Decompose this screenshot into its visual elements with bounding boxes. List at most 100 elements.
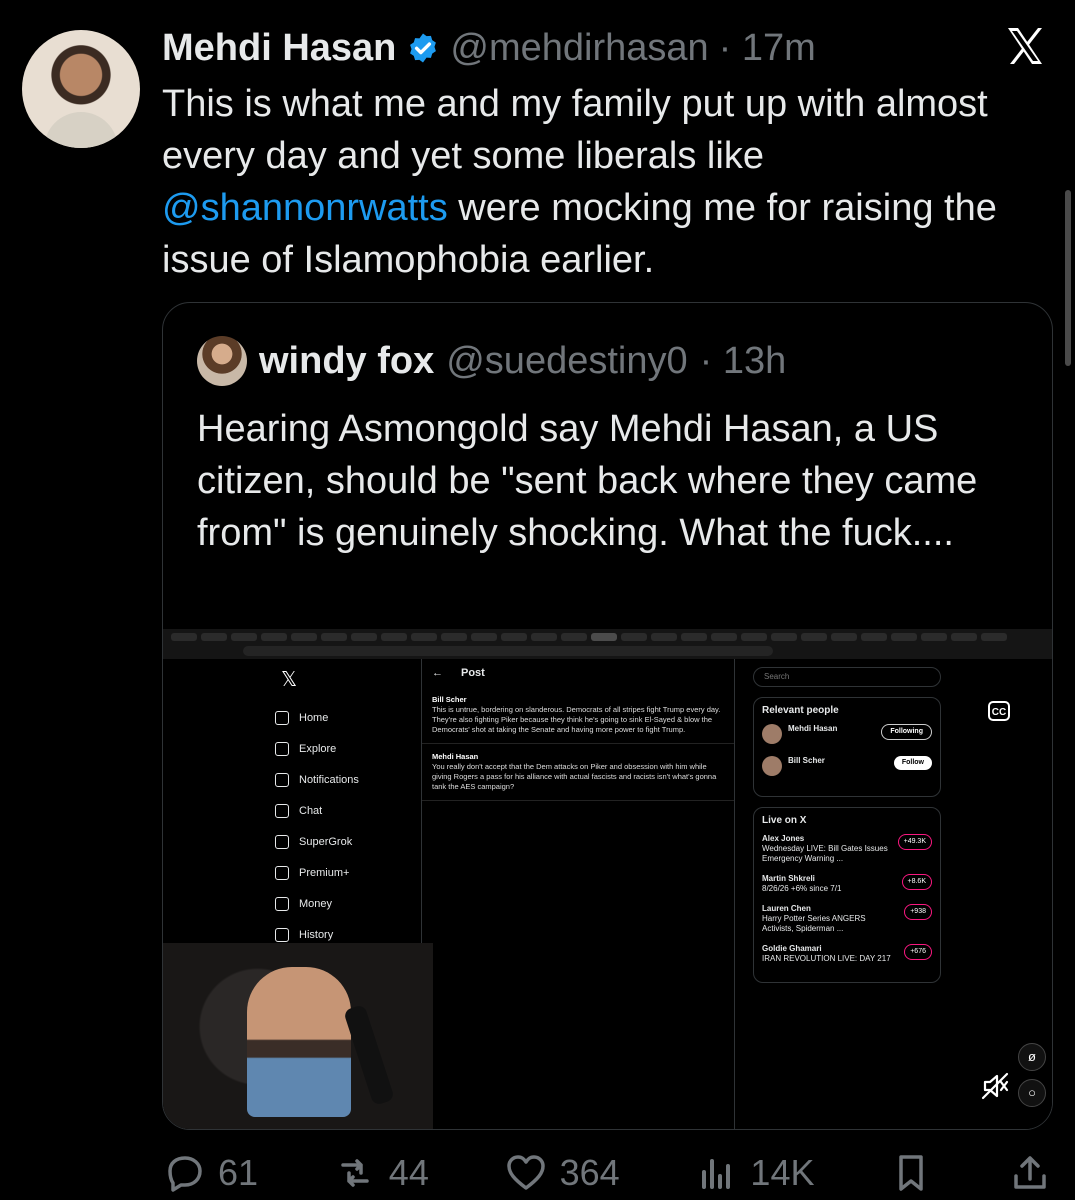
- relevant-person[interactable]: Mehdi Hasan Following: [762, 724, 932, 744]
- author-avatar[interactable]: [22, 30, 140, 148]
- like-button[interactable]: 364: [504, 1151, 620, 1195]
- browser-tab[interactable]: [501, 633, 527, 641]
- quoted-author-handle[interactable]: @suedestiny0: [446, 337, 687, 385]
- grok-icon[interactable]: ø: [1018, 1043, 1046, 1071]
- browser-tab[interactable]: [861, 633, 887, 641]
- webcam-overlay: [163, 943, 433, 1129]
- repost-count: 44: [388, 1152, 429, 1193]
- post-header: Mehdi Hasan @mehdirhasan · 17m: [162, 24, 816, 72]
- live-item[interactable]: Lauren Chen Harry Potter Series ANGERS Ac…: [762, 904, 932, 934]
- browser-tab[interactable]: [471, 633, 497, 641]
- browser-tab[interactable]: [261, 633, 287, 641]
- browser-tab[interactable]: [561, 633, 587, 641]
- browser-tabs: [171, 633, 1007, 641]
- embedded-nav-chat[interactable]: Chat: [275, 795, 425, 826]
- bookmark-button[interactable]: [889, 1151, 933, 1195]
- views-button[interactable]: 14K: [694, 1151, 814, 1195]
- browser-tab[interactable]: [651, 633, 677, 641]
- mention-link[interactable]: @shannonrwatts: [162, 187, 448, 229]
- share-icon: [1014, 1156, 1046, 1189]
- captions-button[interactable]: CC: [988, 701, 1010, 721]
- browser-tab[interactable]: [621, 633, 647, 641]
- embedded-tweet-author[interactable]: Bill Scher: [432, 695, 467, 704]
- browser-tab[interactable]: [921, 633, 947, 641]
- browser-tab[interactable]: [711, 633, 737, 641]
- browser-tab[interactable]: [981, 633, 1007, 641]
- embedded-nav-explore[interactable]: Explore: [275, 733, 425, 764]
- browser-tab[interactable]: [231, 633, 257, 641]
- chat-bubble-icon[interactable]: ○: [1018, 1079, 1046, 1107]
- post-text: This is what me and my family put up wit…: [162, 78, 1052, 286]
- post-time[interactable]: · 17m: [719, 24, 816, 72]
- relevant-person[interactable]: Bill Scher Follow: [762, 756, 932, 776]
- embedded-right-sidebar: Search Relevant people Mehdi Hasan Follow…: [753, 667, 941, 983]
- embedded-nav-supergrok[interactable]: SuperGrok: [275, 826, 425, 857]
- nav-label: Chat: [299, 804, 323, 817]
- following-button[interactable]: Following: [881, 724, 932, 740]
- follow-button[interactable]: Follow: [893, 756, 932, 770]
- browser-tab[interactable]: [171, 633, 197, 641]
- browser-tab[interactable]: [771, 633, 797, 641]
- person-name[interactable]: Bill Scher: [788, 756, 825, 776]
- browser-tab[interactable]: [291, 633, 317, 641]
- embedded-nav-home[interactable]: Home: [275, 702, 425, 733]
- quoted-post[interactable]: windy fox @suedestiny0 · 13h Hearing Asm…: [162, 302, 1053, 1130]
- person-name[interactable]: Mehdi Hasan: [788, 724, 837, 744]
- scrollbar[interactable]: [1065, 190, 1071, 366]
- x-logo-icon[interactable]: [1003, 24, 1047, 68]
- browser-tab[interactable]: [741, 633, 767, 641]
- author-handle[interactable]: @mehdirhasan: [450, 24, 708, 72]
- live-item[interactable]: Goldie Ghamari IRAN REVOLUTION LIVE: DAY …: [762, 944, 932, 964]
- nav-label: Premium+: [299, 866, 350, 879]
- embedded-nav-notifications[interactable]: Notifications: [275, 764, 425, 795]
- embedded-nav-money[interactable]: Money: [275, 888, 425, 919]
- browser-tab[interactable]: [321, 633, 347, 641]
- embedded-tweet-text: You really don't accept that the Dem att…: [432, 762, 717, 791]
- person-avatar[interactable]: [762, 724, 782, 744]
- embedded-screenshot[interactable]: 𝕏 Home Explore Notifications Chat SuperG…: [163, 629, 1052, 1129]
- like-count: 364: [559, 1152, 620, 1193]
- repost-button[interactable]: 44: [333, 1151, 429, 1195]
- browser-tab[interactable]: [381, 633, 407, 641]
- reply-button[interactable]: 61: [162, 1151, 258, 1195]
- browser-tab[interactable]: [201, 633, 227, 641]
- quoted-author-name[interactable]: windy fox: [259, 337, 434, 385]
- browser-tab[interactable]: [441, 633, 467, 641]
- repost-icon: [341, 1159, 369, 1187]
- quoted-post-time[interactable]: · 13h: [700, 337, 787, 385]
- reply-count: 61: [218, 1152, 259, 1193]
- browser-tab[interactable]: [801, 633, 827, 641]
- embedded-tweet[interactable]: Bill Scher This is untrue, bordering on s…: [422, 687, 734, 744]
- back-arrow-icon[interactable]: ←: [432, 667, 443, 679]
- browser-address-bar[interactable]: [243, 646, 773, 656]
- browser-tab[interactable]: [681, 633, 707, 641]
- live-host: Goldie Ghamari: [762, 944, 822, 953]
- live-item[interactable]: Martin Shkreli 8/26/26 +6% since 7/1 +8.6K: [762, 874, 932, 894]
- live-title: 8/26/26 +6% since 7/1: [762, 884, 842, 893]
- live-item[interactable]: Alex Jones Wednesday LIVE: Bill Gates Iss…: [762, 834, 932, 864]
- author-name[interactable]: Mehdi Hasan: [162, 24, 396, 72]
- post-action-bar: 61 44 364 14K: [162, 1148, 1052, 1198]
- post-text-before: This is what me and my family put up wit…: [162, 83, 988, 177]
- embedded-nav-premium[interactable]: Premium+: [275, 857, 425, 888]
- embedded-search-field[interactable]: Search: [753, 667, 941, 687]
- embedded-tweet[interactable]: Mehdi Hasan You really don't accept that …: [422, 744, 734, 801]
- mute-icon[interactable]: [980, 1071, 1010, 1101]
- live-on-x-panel: Live on X Alex Jones Wednesday LIVE: Bill…: [753, 807, 941, 983]
- browser-tab[interactable]: [351, 633, 377, 641]
- browser-tab-active[interactable]: [591, 633, 617, 641]
- browser-tab[interactable]: [831, 633, 857, 641]
- person-avatar[interactable]: [762, 756, 782, 776]
- browser-tab[interactable]: [411, 633, 437, 641]
- browser-tab[interactable]: [951, 633, 977, 641]
- browser-tab[interactable]: [531, 633, 557, 641]
- embedded-tweet-author[interactable]: Mehdi Hasan: [432, 752, 478, 761]
- share-button[interactable]: [1008, 1151, 1052, 1195]
- embedded-x-logo-icon[interactable]: 𝕏: [281, 667, 425, 692]
- browser-tab[interactable]: [891, 633, 917, 641]
- embedded-left-nav: 𝕏 Home Explore Notifications Chat SuperG…: [275, 667, 425, 950]
- live-on-x-title: Live on X: [762, 815, 807, 826]
- live-title: IRAN REVOLUTION LIVE: DAY 217: [762, 954, 891, 963]
- nav-label: Money: [299, 897, 333, 910]
- quoted-author-avatar[interactable]: [197, 336, 247, 386]
